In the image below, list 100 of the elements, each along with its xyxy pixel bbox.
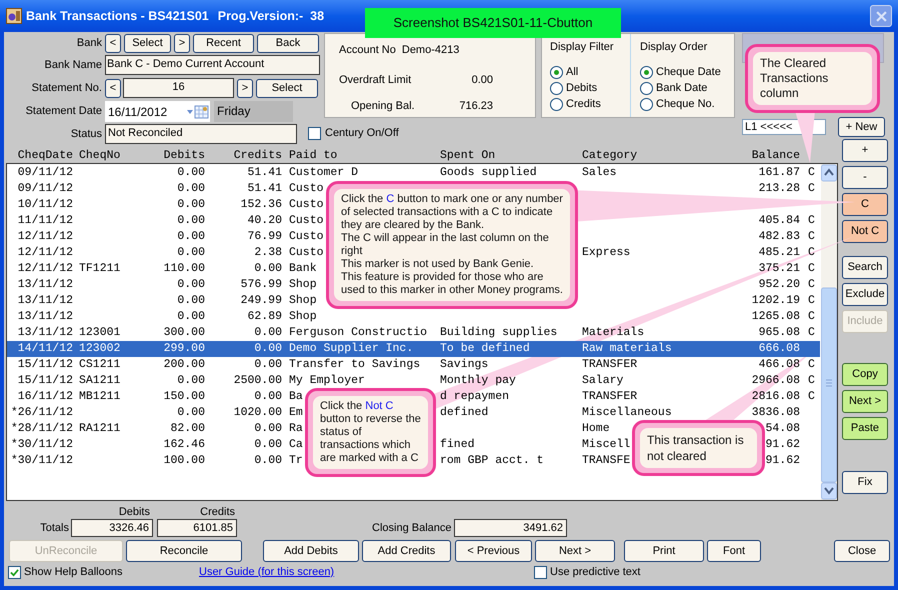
table-cell: 11/11/12 bbox=[18, 214, 73, 227]
column-header[interactable]: CheqNo bbox=[73, 148, 143, 163]
radio-button[interactable] bbox=[550, 82, 563, 95]
table-cell: 0.00 bbox=[177, 166, 205, 179]
table-cell: Home bbox=[582, 422, 610, 435]
button[interactable]: Font bbox=[707, 540, 761, 562]
button[interactable]: - bbox=[842, 166, 888, 189]
button[interactable]: > bbox=[174, 34, 190, 53]
table-cell: C bbox=[808, 374, 815, 387]
bank-name-field[interactable]: Bank C - Demo Current Account bbox=[105, 55, 320, 75]
checkbox[interactable] bbox=[8, 566, 21, 578]
button[interactable]: Add Debits bbox=[263, 540, 359, 562]
table-cell: 300.00 bbox=[164, 326, 205, 339]
table-cell: Express bbox=[582, 246, 630, 259]
table-cell: 0.00 bbox=[254, 422, 282, 435]
column-header[interactable]: CheqDate bbox=[7, 148, 73, 163]
table-cell: 0.00 bbox=[177, 246, 205, 259]
radio-button[interactable] bbox=[640, 66, 653, 79]
table-cell: TRANSFE bbox=[582, 454, 630, 467]
column-header[interactable]: Balance bbox=[732, 148, 800, 163]
button[interactable]: Recent bbox=[193, 34, 254, 53]
table-cell: 10/11/12 bbox=[18, 198, 73, 211]
field-label: Statement Date bbox=[24, 104, 103, 120]
close-icon bbox=[876, 10, 886, 22]
table-cell: Ca bbox=[289, 438, 303, 451]
table-cell: 2500.00 bbox=[234, 374, 282, 387]
table-cell: 15/11/12 bbox=[18, 374, 73, 387]
table-cell: C bbox=[808, 390, 815, 403]
table-cell: Demo Supplier Inc. bbox=[289, 342, 414, 355]
overdraft-value: 0.00 bbox=[472, 72, 493, 88]
account-number: Demo-4213 bbox=[402, 43, 460, 58]
checkbox[interactable] bbox=[534, 566, 547, 578]
button[interactable]: Next > bbox=[535, 540, 615, 562]
date-field[interactable]: 16/11/2012 bbox=[105, 101, 210, 122]
button[interactable]: Copy bbox=[842, 363, 888, 386]
balloon-text: This marker is not used by Bank Genie. bbox=[341, 258, 535, 271]
table-cell: 2816.08 bbox=[752, 390, 800, 403]
field-label: Closing Balance bbox=[372, 520, 452, 536]
radio-button[interactable] bbox=[550, 66, 563, 79]
button[interactable]: Search bbox=[842, 256, 888, 279]
button[interactable]: Fix bbox=[842, 471, 888, 494]
button[interactable]: Close bbox=[834, 540, 890, 562]
table-cell: 0.00 bbox=[177, 294, 205, 307]
table-cell: *26/11/12 bbox=[10, 406, 73, 419]
button[interactable]: + New bbox=[838, 117, 885, 137]
button[interactable]: Reconcile bbox=[126, 540, 242, 562]
button[interactable]: Select bbox=[124, 34, 171, 53]
column-header[interactable]: Spent On bbox=[438, 148, 582, 163]
table-cell: 0.00 bbox=[254, 358, 282, 371]
table-cell: Shop bbox=[289, 294, 317, 307]
table-cell: Raw materials bbox=[582, 342, 672, 355]
table-cell: 51.41 bbox=[247, 182, 282, 195]
statement-number-field[interactable]: 16 bbox=[123, 78, 234, 98]
calendar-icon[interactable] bbox=[187, 104, 209, 118]
radio-button[interactable] bbox=[550, 98, 563, 111]
user-guide-link[interactable]: User Guide (for this screen) bbox=[199, 566, 334, 578]
button[interactable]: Back bbox=[257, 34, 319, 53]
table-cell: 1202.19 bbox=[752, 294, 800, 307]
button[interactable]: Add Credits bbox=[362, 540, 451, 562]
radio-button[interactable] bbox=[640, 82, 653, 95]
window-title: Bank Transactions - BS421S01 bbox=[26, 8, 209, 25]
button[interactable]: < bbox=[105, 78, 121, 98]
checkbox[interactable] bbox=[308, 126, 321, 140]
table-cell: 100.00 bbox=[164, 454, 205, 467]
column-header[interactable]: Category bbox=[582, 148, 732, 163]
button[interactable]: Next > bbox=[842, 390, 888, 413]
button[interactable]: < bbox=[105, 34, 121, 53]
table-cell: C bbox=[808, 182, 815, 195]
button[interactable]: Select bbox=[256, 78, 318, 98]
radio-button[interactable] bbox=[640, 98, 653, 111]
button[interactable]: < Previous bbox=[455, 540, 532, 562]
selected-row-highlight[interactable]: 14/11/12 123002 299.00 0.00 Demo Supplier Inc. To be defined Raw materials 666.08 bbox=[7, 341, 820, 357]
table-cell: 0.00 bbox=[177, 278, 205, 291]
table-cell: C bbox=[808, 262, 815, 275]
button[interactable]: > bbox=[237, 78, 253, 98]
closing-balance-field: 3491.62 bbox=[454, 519, 567, 537]
balloon-text: The C will appear in the last column on the right bbox=[341, 232, 550, 258]
button[interactable]: Print bbox=[624, 540, 704, 562]
table-cell: Custo bbox=[289, 182, 324, 195]
table-cell: C bbox=[808, 166, 815, 179]
button[interactable]: + bbox=[842, 139, 888, 162]
scrollbar[interactable] bbox=[821, 164, 837, 500]
button[interactable]: Paste bbox=[842, 417, 888, 440]
column-header[interactable]: Credits bbox=[205, 148, 282, 163]
table-cell: 0.00 bbox=[177, 374, 205, 387]
table-cell: 1265.08 bbox=[752, 310, 800, 323]
table-cell: 13/11/12 bbox=[18, 326, 73, 339]
balloon-text: The Cleared Transactions column bbox=[760, 56, 830, 101]
table-cell: C bbox=[808, 230, 815, 243]
column-header[interactable]: Paid to bbox=[282, 148, 438, 163]
table-cell: C bbox=[808, 246, 815, 259]
table-cell: Savings bbox=[440, 358, 488, 371]
button[interactable]: C bbox=[842, 193, 888, 216]
table-cell: 12/11/12 bbox=[18, 246, 73, 259]
table-cell: 213.28 bbox=[758, 182, 800, 195]
button[interactable]: Exclude bbox=[842, 283, 888, 306]
credits-total-field: 6101.85 bbox=[157, 519, 237, 537]
column-header[interactable]: Debits bbox=[143, 148, 205, 163]
table-cell: 91.62 bbox=[765, 454, 800, 467]
button[interactable]: Not C bbox=[842, 220, 888, 243]
